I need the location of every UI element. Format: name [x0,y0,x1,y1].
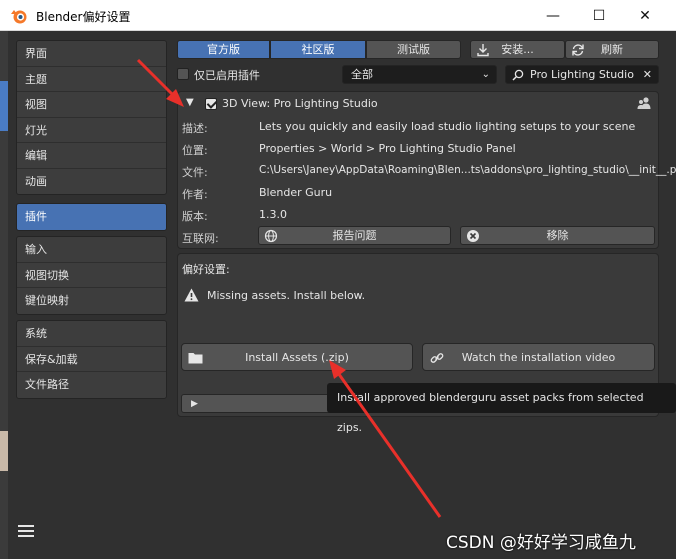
community-users-icon [637,97,651,109]
watch-video-label: Watch the installation video [461,351,616,364]
window-title: Blender偏好设置 [36,10,131,24]
menu-icon[interactable] [18,525,34,539]
sidebar-item-file-paths[interactable]: 文件路径 [17,372,166,398]
search-icon [512,69,524,81]
tab-testing[interactable]: 测试版 [366,40,461,59]
install-assets-button[interactable]: Install Assets (.zip) [181,343,413,371]
maximize-button[interactable]: ☐ [576,0,622,31]
sidebar-group-input: 输入 视图切换 键位映射 [16,236,167,315]
author-label: 作者: [182,188,208,201]
desktop-background [0,31,8,559]
warning-icon [184,288,199,302]
enabled-only-checkbox[interactable] [177,68,189,80]
internet-label: 互联网: [182,232,219,245]
title-bar: Blender偏好设置 — ☐ ✕ [0,0,676,31]
sidebar-item-themes[interactable]: 主题 [17,67,166,92]
install-button[interactable]: 安装... [470,40,565,59]
download-icon [477,44,489,57]
search-value: Pro Lighting Studio [530,68,634,81]
location-value: Properties > World > Pro Lighting Studio… [259,142,516,155]
category-value: 全部 [351,68,373,81]
preferences-title: 偏好设置: [182,263,230,276]
sidebar-item-input[interactable]: 输入 [17,237,166,263]
report-issue-button[interactable]: 报告问题 [258,226,451,245]
refresh-icon [572,44,584,56]
install-button-label: 安装... [501,43,534,56]
sidebar-item-navigation[interactable]: 视图切换 [17,263,166,288]
folder-icon [188,353,203,364]
refresh-button[interactable]: 刷新 [565,40,659,59]
tab-official[interactable]: 官方版 [177,40,270,59]
watermark: CSDN @好好学习咸鱼九 [446,533,636,553]
globe-icon [264,229,278,243]
refresh-button-label: 刷新 [601,43,623,56]
warning-text: Missing assets. Install below. [207,289,366,302]
close-button[interactable]: ✕ [622,0,668,31]
sidebar-group-general: 界面 主题 视图 灯光 编辑 动画 [16,40,167,195]
sidebar-item-lights[interactable]: 灯光 [17,118,166,143]
sidebar-item-keymap[interactable]: 键位映射 [17,288,166,314]
report-issue-label: 报告问题 [332,229,377,242]
play-triangle-icon: ▶ [191,399,198,409]
addon-enable-checkbox[interactable] [205,98,217,110]
author-value: Blender Guru [259,186,333,199]
version-label: 版本: [182,210,208,223]
file-label: 文件: [182,166,208,179]
desktop-fragment [0,81,8,131]
sidebar-item-system[interactable]: 系统 [17,321,166,347]
addon-title: 3D View: Pro Lighting Studio [222,97,378,110]
clear-search-icon[interactable]: ✕ [643,66,652,84]
blender-logo-icon [11,10,27,24]
sidebar-item-addons[interactable]: 插件 [17,204,166,230]
install-assets-label: Install Assets (.zip) [245,351,349,364]
location-label: 位置: [182,144,208,157]
watch-video-button[interactable]: Watch the installation video [422,343,655,371]
tab-community[interactable]: 社区版 [270,40,366,59]
sidebar-item-viewport[interactable]: 视图 [17,92,166,118]
preferences-content: 界面 主题 视图 灯光 编辑 动画 插件 输入 视图切换 键位映射 系统 保存&… [8,31,676,559]
search-input[interactable]: Pro Lighting Studio ✕ [505,65,659,84]
category-dropdown[interactable]: 全部 ⌄ [342,65,497,84]
sidebar-item-animation[interactable]: 动画 [17,169,166,195]
sidebar-group-addons: 插件 [16,203,167,231]
file-value: C:\Users\Janey\AppData\Roaming\Blen...ts… [259,164,676,176]
sidebar-group-system: 系统 保存&加载 文件路径 [16,320,167,399]
remove-x-icon [467,230,479,242]
version-value: 1.3.0 [259,208,287,221]
description-value: Lets you quickly and easily load studio … [259,120,636,133]
link-icon [430,353,444,363]
desktop-fragment [0,431,8,471]
sidebar-item-save-load[interactable]: 保存&加载 [17,347,166,372]
enabled-only-label: 仅已启用插件 [194,69,260,82]
tooltip: Install approved blenderguru asset packs… [327,383,676,434]
sidebar-item-editing[interactable]: 编辑 [17,143,166,169]
description-label: 描述: [182,122,208,135]
remove-button[interactable]: 移除 [460,226,655,245]
chevron-down-icon: ⌄ [481,69,490,80]
remove-label: 移除 [546,229,569,242]
sidebar-item-interface[interactable]: 界面 [17,41,166,67]
collapse-triangle-icon[interactable]: ▼ [186,97,194,108]
minimize-button[interactable]: — [530,0,576,31]
